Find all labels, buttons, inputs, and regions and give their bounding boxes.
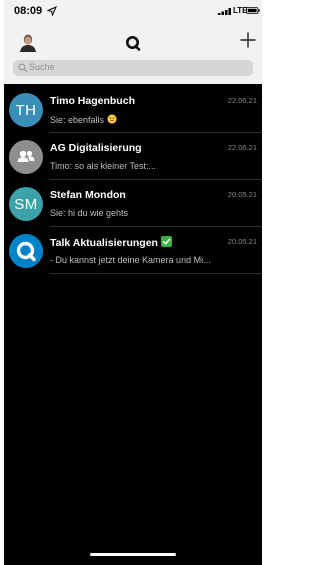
chat-name: Talk Aktualisierungen [50,236,172,249]
group-icon [17,150,35,162]
chat-date: 20.05.21 [227,190,257,199]
home-indicator[interactable] [90,553,176,556]
avatar-initials: SM [14,195,38,213]
status-time: 08:09 [14,5,43,17]
user-avatar-icon[interactable] [18,32,38,52]
plus-icon[interactable] [238,30,258,50]
contact-avatar: TH [9,93,43,127]
chat-name-text: Talk Aktualisierungen [50,237,158,249]
chat-preview: Timo: so als kleiner Test:... [50,161,157,171]
chat-list-item[interactable]: SM Stefan Mondon 20.05.21 Sie: hi du wie… [4,181,262,227]
chat-date: 22.06.21 [227,143,257,152]
slightly-smiling-face-icon [107,114,117,124]
search-icon [18,63,28,73]
app-logo-icon [126,36,141,51]
chat-name: AG Digitalisierung [50,142,142,154]
search-placeholder: Suche [29,62,55,72]
avatar-initials: TH [15,101,37,119]
group-avatar [9,140,43,174]
chat-date: 20.05.21 [227,237,257,246]
contact-avatar: SM [9,187,43,221]
status-bar: 08:09 LTE [4,0,262,22]
divider [50,273,262,274]
chat-name: Timo Hagenbuch [50,95,135,107]
chat-preview: Sie: hi du wie gehts [50,208,129,218]
divider [50,132,262,133]
header: 08:09 LTE Suche [4,0,262,84]
talk-avatar [9,234,43,268]
signal-icon [218,8,231,15]
chat-preview: Sie: ebenfalls [50,114,117,125]
location-arrow-icon [47,6,57,16]
search-input[interactable]: Suche [13,60,253,76]
chat-name: Stefan Mondon [50,189,126,201]
app-screen: 08:09 LTE Suche TH Timo Hagenbuch 22.06.… [4,0,262,565]
chat-preview-text: Sie: ebenfalls [50,115,105,125]
divider [50,179,262,180]
chat-preview: - Du kannst jetzt deine Kamera und Mi... [50,255,211,265]
chat-list-item[interactable]: TH Timo Hagenbuch 22.06.21 Sie: ebenfall… [4,87,262,133]
check-mark-button-icon [160,236,172,247]
chat-list-item[interactable]: Talk Aktualisierungen 20.05.21 - Du kann… [4,228,262,274]
battery-icon [246,7,260,14]
chat-date: 22.06.21 [227,96,257,105]
divider [50,226,262,227]
chat-list-item[interactable]: AG Digitalisierung 22.06.21 Timo: so als… [4,134,262,180]
talk-logo-icon [9,234,43,268]
